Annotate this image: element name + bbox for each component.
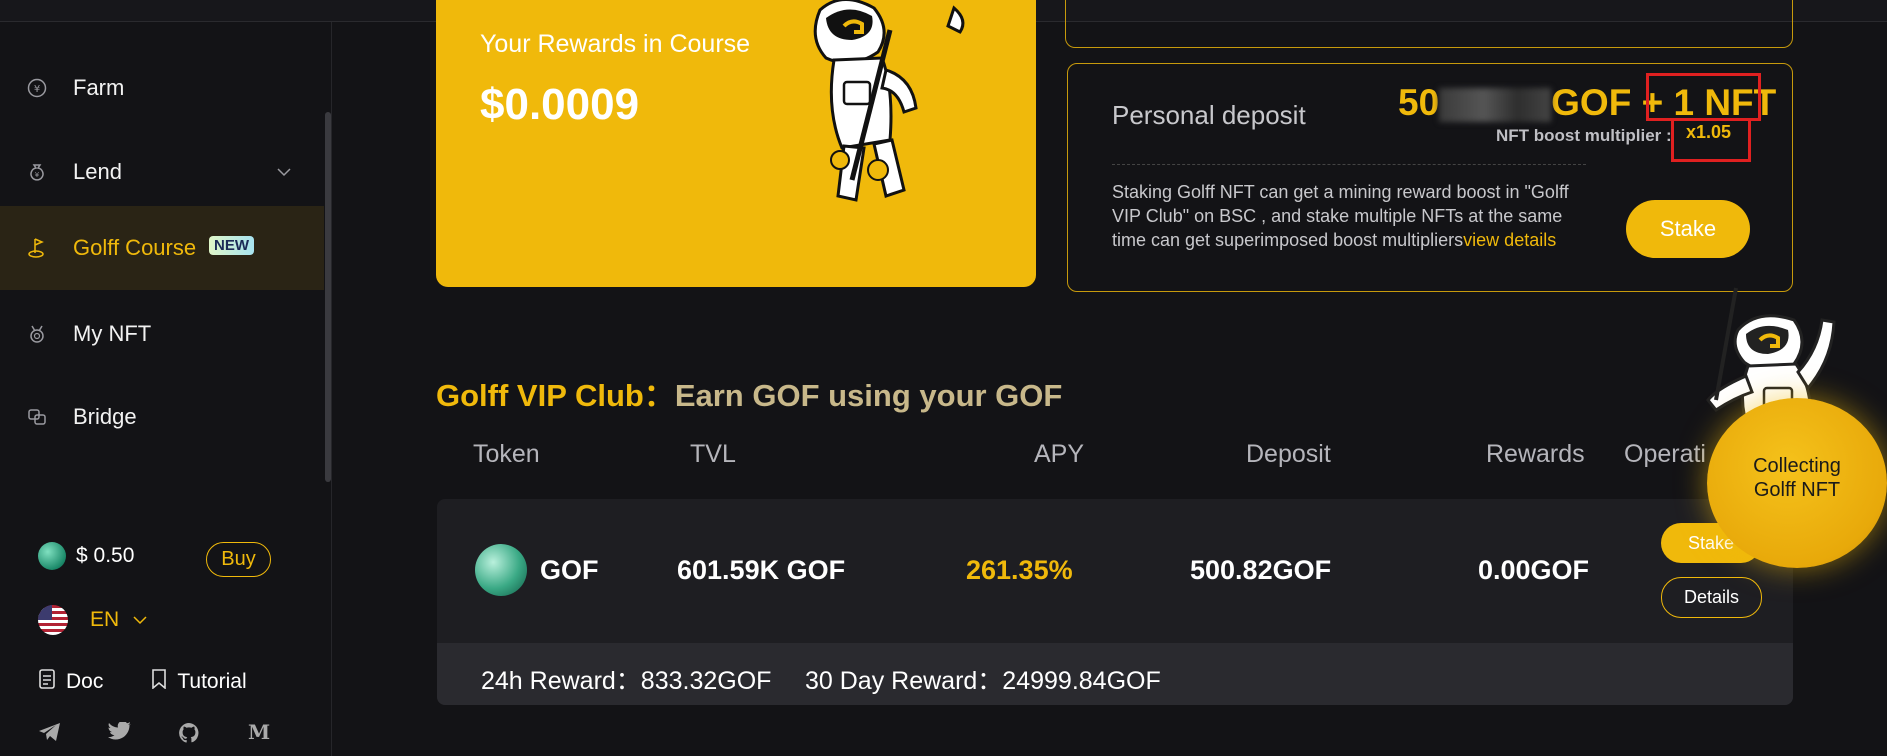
money-bag-icon: ¥: [26, 161, 48, 183]
sidebar-item-label: Lend: [73, 159, 122, 184]
header-rewards: Rewards: [1486, 440, 1585, 468]
doc-links: Doc Tutorial: [38, 669, 247, 694]
social-links: M: [38, 720, 318, 750]
price-value: $ 0.50: [76, 544, 135, 567]
svg-text:M: M: [248, 722, 270, 742]
highlight-box-nft: [1646, 73, 1761, 121]
buy-button[interactable]: Buy: [206, 542, 271, 577]
sidebar: ¥ Farm ¥ Lend Golff Course NEW My NFT Br…: [0, 22, 332, 756]
sidebar-scrollbar[interactable]: [325, 112, 331, 482]
twitter-icon[interactable]: [108, 720, 178, 750]
header-token: Token: [473, 440, 540, 468]
stats-card-partial: [1065, 0, 1793, 48]
cell-apy: 261.35%: [966, 555, 1073, 585]
sidebar-item-lend[interactable]: ¥ Lend: [0, 130, 324, 214]
collecting-nft-badge[interactable]: Collecting Golff NFT: [1707, 398, 1887, 568]
bookmark-icon: [151, 669, 167, 694]
astronaut-golfer-illustration: [813, 0, 965, 202]
golf-flag-icon: [26, 237, 48, 259]
sidebar-item-label: Bridge: [73, 404, 137, 429]
sidebar-item-my-nft[interactable]: My NFT: [0, 292, 324, 376]
details-button[interactable]: Details: [1661, 577, 1762, 618]
header-deposit: Deposit: [1246, 440, 1331, 468]
yen-coin-icon: ¥: [26, 77, 48, 99]
us-flag-icon: [38, 605, 68, 635]
cell-deposit: 500.82GOF: [1190, 555, 1332, 585]
bridge-icon: [26, 406, 48, 428]
header-tvl: TVL: [690, 440, 736, 468]
sidebar-item-bridge[interactable]: Bridge: [0, 375, 324, 459]
divider: [1112, 164, 1586, 165]
boost-label: NFT boost multiplier :: [1496, 126, 1672, 145]
header-apy: APY: [1034, 440, 1085, 468]
table-row: GOF 601.59K GOF 261.35% 500.82GOF 0.00GO…: [437, 499, 1793, 705]
cell-tvl: 601.59K GOF: [677, 555, 846, 585]
sidebar-item-label: Farm: [73, 75, 125, 100]
telegram-icon[interactable]: [38, 722, 108, 750]
document-icon: [38, 669, 56, 694]
cell-token: GOF: [540, 555, 599, 585]
doc-link[interactable]: Doc: [66, 670, 103, 694]
sidebar-item-farm[interactable]: ¥ Farm: [0, 46, 324, 130]
rewards-value: $0.0009: [480, 80, 640, 129]
gof-token-icon: [475, 544, 527, 596]
redacted-blur: [1439, 88, 1552, 123]
sidebar-item-label: Golff Course: [73, 235, 197, 260]
rewards-title: Your Rewards in Course: [480, 30, 751, 58]
medal-icon: [26, 323, 48, 345]
stake-nft-button[interactable]: Stake: [1626, 200, 1750, 258]
medium-icon[interactable]: M: [248, 720, 318, 750]
row-footer: 24h Reward：833.32GOF 30 Day Reward：24999…: [437, 643, 1793, 705]
section-title: Golff VIP Club：Earn GOF using your GOF: [436, 370, 1062, 415]
header-operation: Operati: [1624, 440, 1706, 468]
sidebar-item-golff-course[interactable]: Golff Course NEW: [0, 206, 324, 290]
club-subtitle: Earn GOF using your GOF: [674, 378, 1063, 413]
personal-deposit-card: Personal deposit 50 GOF + 1 NFT NFT boost…: [1067, 63, 1793, 292]
highlight-box-boost: [1671, 118, 1751, 162]
cell-rewards: 0.00GOF: [1478, 555, 1590, 585]
reward-24h: 24h Reward：833.32GOF: [481, 667, 772, 695]
deposit-description: Staking Golff NFT can get a mining rewar…: [1112, 180, 1582, 252]
chevron-down-icon[interactable]: [277, 164, 291, 180]
github-icon[interactable]: [178, 722, 248, 750]
token-price: $ 0.50: [38, 542, 134, 570]
collecting-text: Collecting Golff NFT: [1707, 454, 1887, 502]
sidebar-item-label: My NFT: [73, 321, 152, 346]
deposit-amount-prefix: 50: [1398, 82, 1440, 123]
deposit-label: Personal deposit: [1112, 100, 1306, 130]
language-label: EN: [90, 608, 120, 631]
reward-30d: 30 Day Reward：24999.84GOF: [805, 667, 1161, 695]
gof-coin-icon: [38, 542, 66, 570]
collecting-line1: Collecting: [1753, 455, 1841, 477]
svg-text:¥: ¥: [35, 171, 40, 179]
language-selector[interactable]: EN: [38, 605, 147, 635]
tutorial-link[interactable]: Tutorial: [177, 670, 246, 694]
new-badge: NEW: [209, 236, 254, 255]
collecting-line2: Golff NFT: [1753, 479, 1841, 501]
rewards-card: Your Rewards in Course $0.0009: [436, 0, 1036, 287]
chevron-down-icon: [133, 612, 147, 628]
view-details-link[interactable]: view details: [1463, 230, 1556, 250]
club-title: Golff VIP Club：: [436, 378, 675, 413]
svg-text:¥: ¥: [34, 84, 40, 95]
